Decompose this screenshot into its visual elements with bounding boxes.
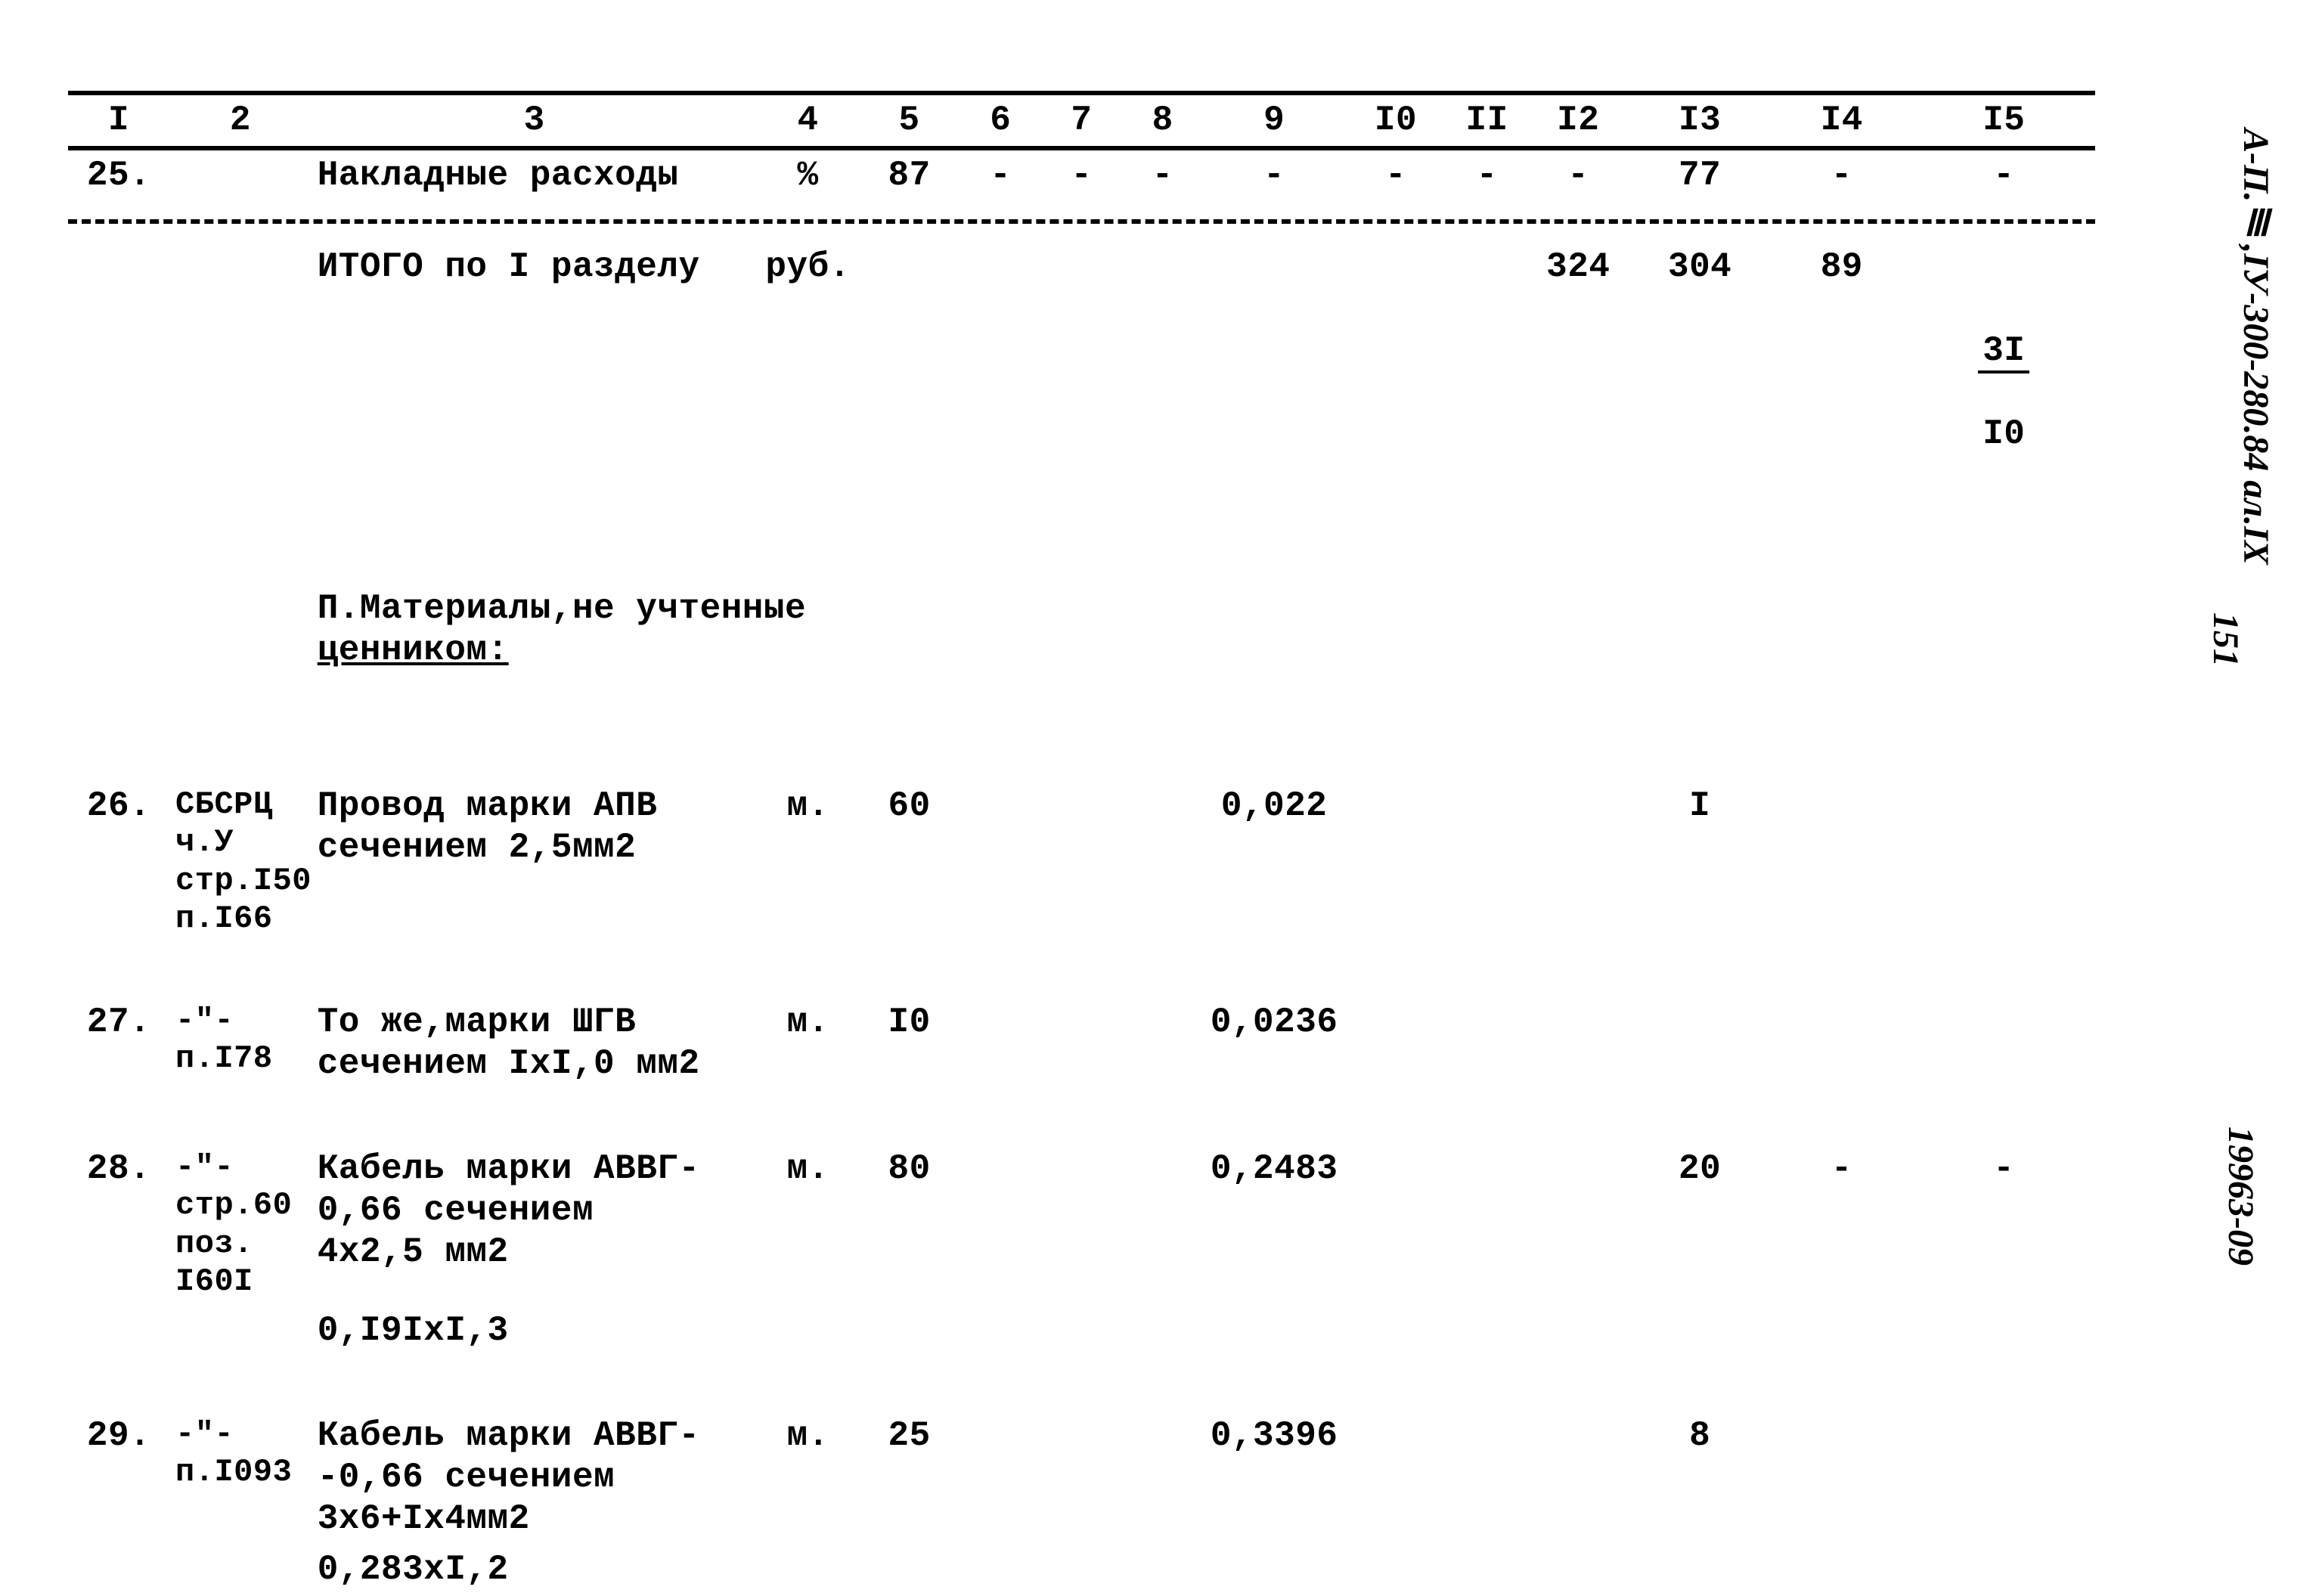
row-c14: - <box>1771 1144 1913 1306</box>
margin-serial: 19963-09 <box>2220 1126 2262 1266</box>
table-header: I 2 3 4 5 6 7 8 9 I0 II I2 I3 I4 I5 <box>68 93 2095 148</box>
itogo-c15-bot: I0 <box>1983 414 2025 454</box>
table-row-extra: 0,283xI,2 <box>68 1545 2095 1595</box>
row-c10: - <box>1345 148 1446 201</box>
itogo-c15: 3I I0 <box>1913 242 2095 460</box>
row-c9: 0,3396 <box>1203 1411 1345 1545</box>
row-ref: СБСРЦ ч.У стр.I50 п.I66 <box>169 781 312 943</box>
row-ref: -"- п.I78 <box>169 997 312 1089</box>
col-11: II <box>1446 93 1527 148</box>
table-row: 29. -"- п.I093 Кабель марки АВВГ- -0,66 … <box>68 1411 2095 1545</box>
row-c9: 0,2483 <box>1203 1144 1345 1306</box>
itogo-c12: 324 <box>1527 242 1629 460</box>
col-7: 7 <box>1041 93 1122 148</box>
row-c13: 77 <box>1629 148 1771 201</box>
dash-line <box>68 219 2095 224</box>
row-num: 28. <box>68 1144 169 1306</box>
itogo-c4: руб. <box>758 242 859 460</box>
row-num: 27. <box>68 997 169 1089</box>
row-ref <box>169 148 312 201</box>
row-ref: -"- стр.60 поз. I60I <box>169 1144 312 1306</box>
col-5: 5 <box>859 93 960 148</box>
row-c13: I <box>1629 781 1771 943</box>
row-c13: 20 <box>1629 1144 1771 1306</box>
row-num: 25. <box>68 148 169 201</box>
row-c5: 80 <box>859 1144 960 1306</box>
row-c15: - <box>1913 148 2095 201</box>
col-13: I3 <box>1629 93 1771 148</box>
row-num: 29. <box>68 1411 169 1545</box>
row-desc: Накладные расходы <box>312 148 758 201</box>
row-desc: Кабель марки АВВГ- -0,66 сечением 3x6+Ix… <box>312 1411 758 1545</box>
itogo-c15-top: 3I <box>1978 331 2029 373</box>
row-c15: - <box>1913 1144 2095 1306</box>
row-c7: - <box>1041 148 1122 201</box>
row-desc: Провод марки АПВ сечением 2,5мм2 <box>312 781 758 943</box>
section-title: П.Материалы,не учтенные ценником: <box>318 588 2089 671</box>
row-c4: м. <box>758 1411 859 1545</box>
row-c9: 0,022 <box>1203 781 1345 943</box>
section-title-underline: ценником: <box>318 631 509 670</box>
row-c12: - <box>1527 148 1629 201</box>
main-table: I 2 3 4 5 6 7 8 9 I0 II I2 I3 I4 I5 <box>68 91 2095 1596</box>
row-c4: м. <box>758 997 859 1089</box>
table-row: 25. Накладные расходы % 87 - - - - - - -… <box>68 148 2095 201</box>
row-extra: 0,283xI,2 <box>312 1545 758 1595</box>
row-c5: I0 <box>859 997 960 1089</box>
col-2: 2 <box>169 93 312 148</box>
row-c4: % <box>758 148 859 201</box>
col-15: I5 <box>1913 93 2095 148</box>
margin-page-num: 151 <box>2205 612 2246 667</box>
row-c4: м. <box>758 781 859 943</box>
row-c5: 25 <box>859 1411 960 1545</box>
row-c9: 0,0236 <box>1203 997 1345 1089</box>
page: А-П.Ⅲ,IУ-300-280.84 ал.IX 151 19963-09 I… <box>0 0 2322 1517</box>
row-c11: - <box>1446 148 1527 201</box>
row-c5: 60 <box>859 781 960 943</box>
col-4: 4 <box>758 93 859 148</box>
col-8: 8 <box>1122 93 1203 148</box>
col-10: I0 <box>1345 93 1446 148</box>
table-row: 27. -"- п.I78 То же,марки ШГВ сечением I… <box>68 997 2095 1089</box>
dashed-separator <box>68 201 2095 242</box>
table-row-extra: 0,I9IxI,3 <box>68 1306 2095 1356</box>
row-c13: 8 <box>1629 1411 1771 1545</box>
col-6: 6 <box>960 93 1041 148</box>
row-num: 26. <box>68 781 169 943</box>
row-c9: - <box>1203 148 1345 201</box>
table-row: ИТОГО по I разделу руб. 324 304 89 3I I0 <box>68 242 2095 460</box>
itogo-c13: 304 <box>1629 242 1771 460</box>
col-1: I <box>68 93 169 148</box>
col-12: I2 <box>1527 93 1629 148</box>
row-c8: - <box>1122 148 1203 201</box>
row-desc: То же,марки ШГВ сечением IxI,0 мм2 <box>312 997 758 1089</box>
row-c6: - <box>960 148 1041 201</box>
margin-doc-ref: А-П.Ⅲ,IУ-300-280.84 ал.IX <box>2234 129 2277 565</box>
section-title-text: П.Материалы,не учтенные <box>318 589 806 628</box>
row-ref: -"- п.I093 <box>169 1411 312 1545</box>
row-c14: - <box>1771 148 1913 201</box>
table-area: I 2 3 4 5 6 7 8 9 I0 II I2 I3 I4 I5 <box>68 91 2095 1596</box>
row-c5: 87 <box>859 148 960 201</box>
row-extra: 0,I9IxI,3 <box>312 1306 758 1356</box>
row-c4: м. <box>758 1144 859 1306</box>
col-14: I4 <box>1771 93 1913 148</box>
itogo-label: ИТОГО по I разделу <box>312 242 758 460</box>
section-title-row: П.Материалы,не учтенные ценником: <box>68 514 2095 727</box>
table-row: 26. СБСРЦ ч.У стр.I50 п.I66 Провод марки… <box>68 781 2095 943</box>
table-row: 28. -"- стр.60 поз. I60I Кабель марки АВ… <box>68 1144 2095 1306</box>
row-desc: Кабель марки АВВГ- 0,66 сечением 4x2,5 м… <box>312 1144 758 1306</box>
col-9: 9 <box>1203 93 1345 148</box>
col-3: 3 <box>312 93 758 148</box>
itogo-c14: 89 <box>1771 242 1913 460</box>
